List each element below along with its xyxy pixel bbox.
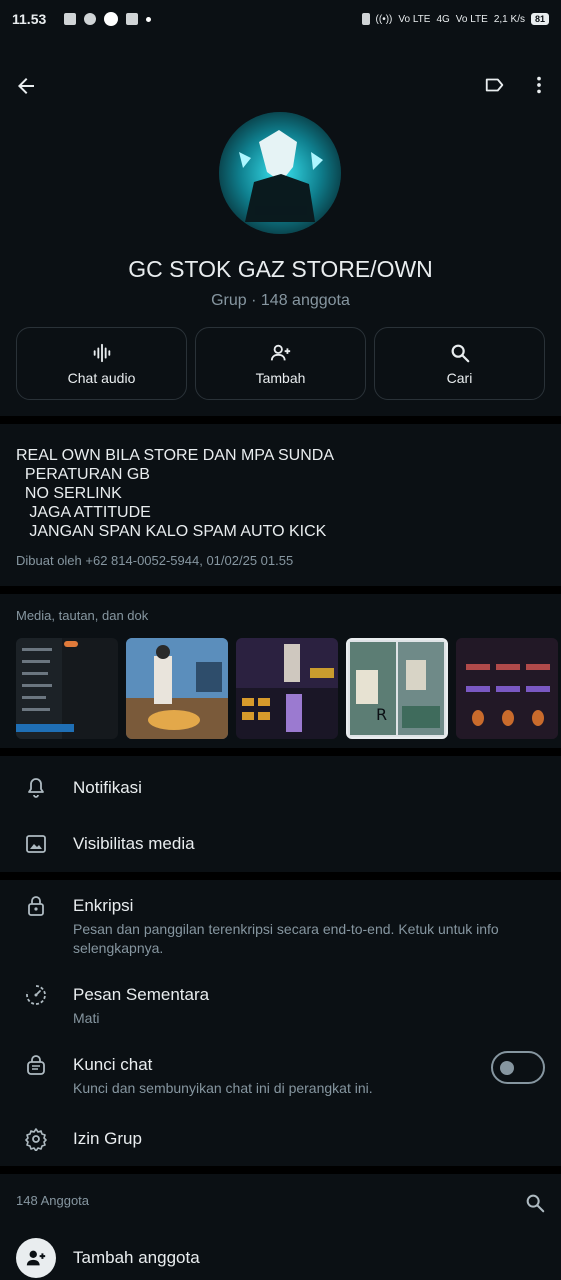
search-icon[interactable]: [524, 1192, 546, 1214]
hotspot-icon: ((•)): [375, 13, 393, 25]
media-strip: R: [16, 638, 561, 739]
description-line: PERATURAN GB: [16, 466, 150, 483]
battery-indicator: 81: [530, 13, 549, 25]
add-label: Tambah: [255, 369, 306, 386]
status-bar: 11.53 ((•)) Vo LTE 4G Vo LTE 2,1 K/s 81: [0, 0, 561, 38]
chat-lock-description: Kunci dan sembunyikan chat ini di perang…: [73, 1080, 373, 1096]
status-time: 11.53: [12, 11, 47, 27]
chat-lock-icon: [27, 1055, 45, 1075]
bell-icon: [28, 778, 44, 798]
gear-icon: [25, 1128, 47, 1151]
media-section-title[interactable]: Media, tautan, dan dok: [16, 608, 148, 623]
media-thumbnail[interactable]: [236, 638, 338, 739]
lock-icon: [28, 896, 44, 916]
description-line: REAL OWN BILA STORE DAN MPA SUNDA: [16, 447, 334, 464]
network-speed: 2,1 K/s: [493, 13, 525, 25]
arrow-left-icon[interactable]: [14, 74, 38, 98]
add-member-avatar[interactable]: [16, 1238, 56, 1278]
whatsapp-icon: [84, 13, 97, 25]
chat-lock-label: Kunci chat: [73, 1055, 153, 1074]
timer-icon: [26, 985, 46, 1005]
add-button[interactable]: Tambah: [195, 327, 366, 400]
group-name: GC STOK GAZ STORE/OWN: [128, 256, 433, 282]
description-line: JAGA ATTITUDE: [16, 504, 151, 521]
search-label: Cari: [446, 369, 473, 386]
group-description[interactable]: REAL OWN BILA STORE DAN MPA SUNDA PERATU…: [16, 446, 546, 568]
network-label-2: 4G: [436, 13, 450, 25]
media-thumbnail[interactable]: [16, 638, 118, 739]
disappearing-messages-label: Pesan Sementara: [73, 985, 210, 1004]
members-count: 148 Anggota: [16, 1193, 90, 1208]
toggle-knob: [500, 1061, 514, 1075]
separator: [0, 416, 561, 424]
network-label-3: Vo LTE: [455, 13, 488, 25]
group-avatar[interactable]: [219, 112, 341, 234]
audio-wave-icon: [93, 343, 110, 362]
description-line: NO SERLINK: [16, 485, 122, 502]
search-button[interactable]: Cari: [374, 327, 545, 400]
image-icon: [26, 835, 46, 853]
group-subtitle: Grup · 148 anggota: [211, 292, 350, 309]
media-thumbnail[interactable]: [126, 638, 228, 739]
notification-app-icon: [64, 13, 77, 25]
encryption-description: Pesan dan panggilan terenkripsi secara e…: [73, 921, 499, 956]
chat-audio-label: Chat audio: [67, 369, 136, 386]
network-label-1: Vo LTE: [398, 13, 431, 25]
game-controller-icon: [126, 13, 139, 25]
vibrate-icon: [361, 13, 370, 25]
more-vertical-icon[interactable]: [528, 74, 550, 96]
group-permissions-label: Izin Grup: [73, 1129, 142, 1148]
notifications-label: Notifikasi: [73, 778, 142, 797]
separator: [0, 586, 561, 594]
created-by: Dibuat oleh +62 814-0052-5944, 01/02/25 …: [16, 553, 294, 568]
add-person-icon: [270, 344, 290, 360]
separator: [0, 748, 561, 756]
chat-audio-button[interactable]: Chat audio: [16, 327, 187, 400]
label-icon[interactable]: [484, 74, 506, 96]
svg-text:R: R: [376, 705, 387, 724]
chat-lock-toggle[interactable]: [491, 1051, 545, 1084]
disappearing-messages-status: Mati: [73, 1010, 100, 1026]
search-icon: [451, 344, 469, 362]
media-thumbnail[interactable]: [456, 638, 558, 739]
description-line: JANGAN SPAN KALO SPAM AUTO KICK: [16, 523, 327, 540]
circle-notification-icon: [104, 12, 119, 26]
quick-actions: Chat audio Tambah Cari: [16, 327, 545, 400]
add-person-icon: [26, 1250, 46, 1266]
media-visibility-label: Visibilitas media: [73, 834, 195, 853]
more-notifications-icon: [146, 16, 152, 22]
media-thumbnail[interactable]: R: [346, 638, 448, 739]
encryption-label: Enkripsi: [73, 896, 134, 915]
separator: [0, 872, 561, 880]
add-member-label[interactable]: Tambah anggota: [73, 1248, 200, 1268]
separator: [0, 1166, 561, 1174]
